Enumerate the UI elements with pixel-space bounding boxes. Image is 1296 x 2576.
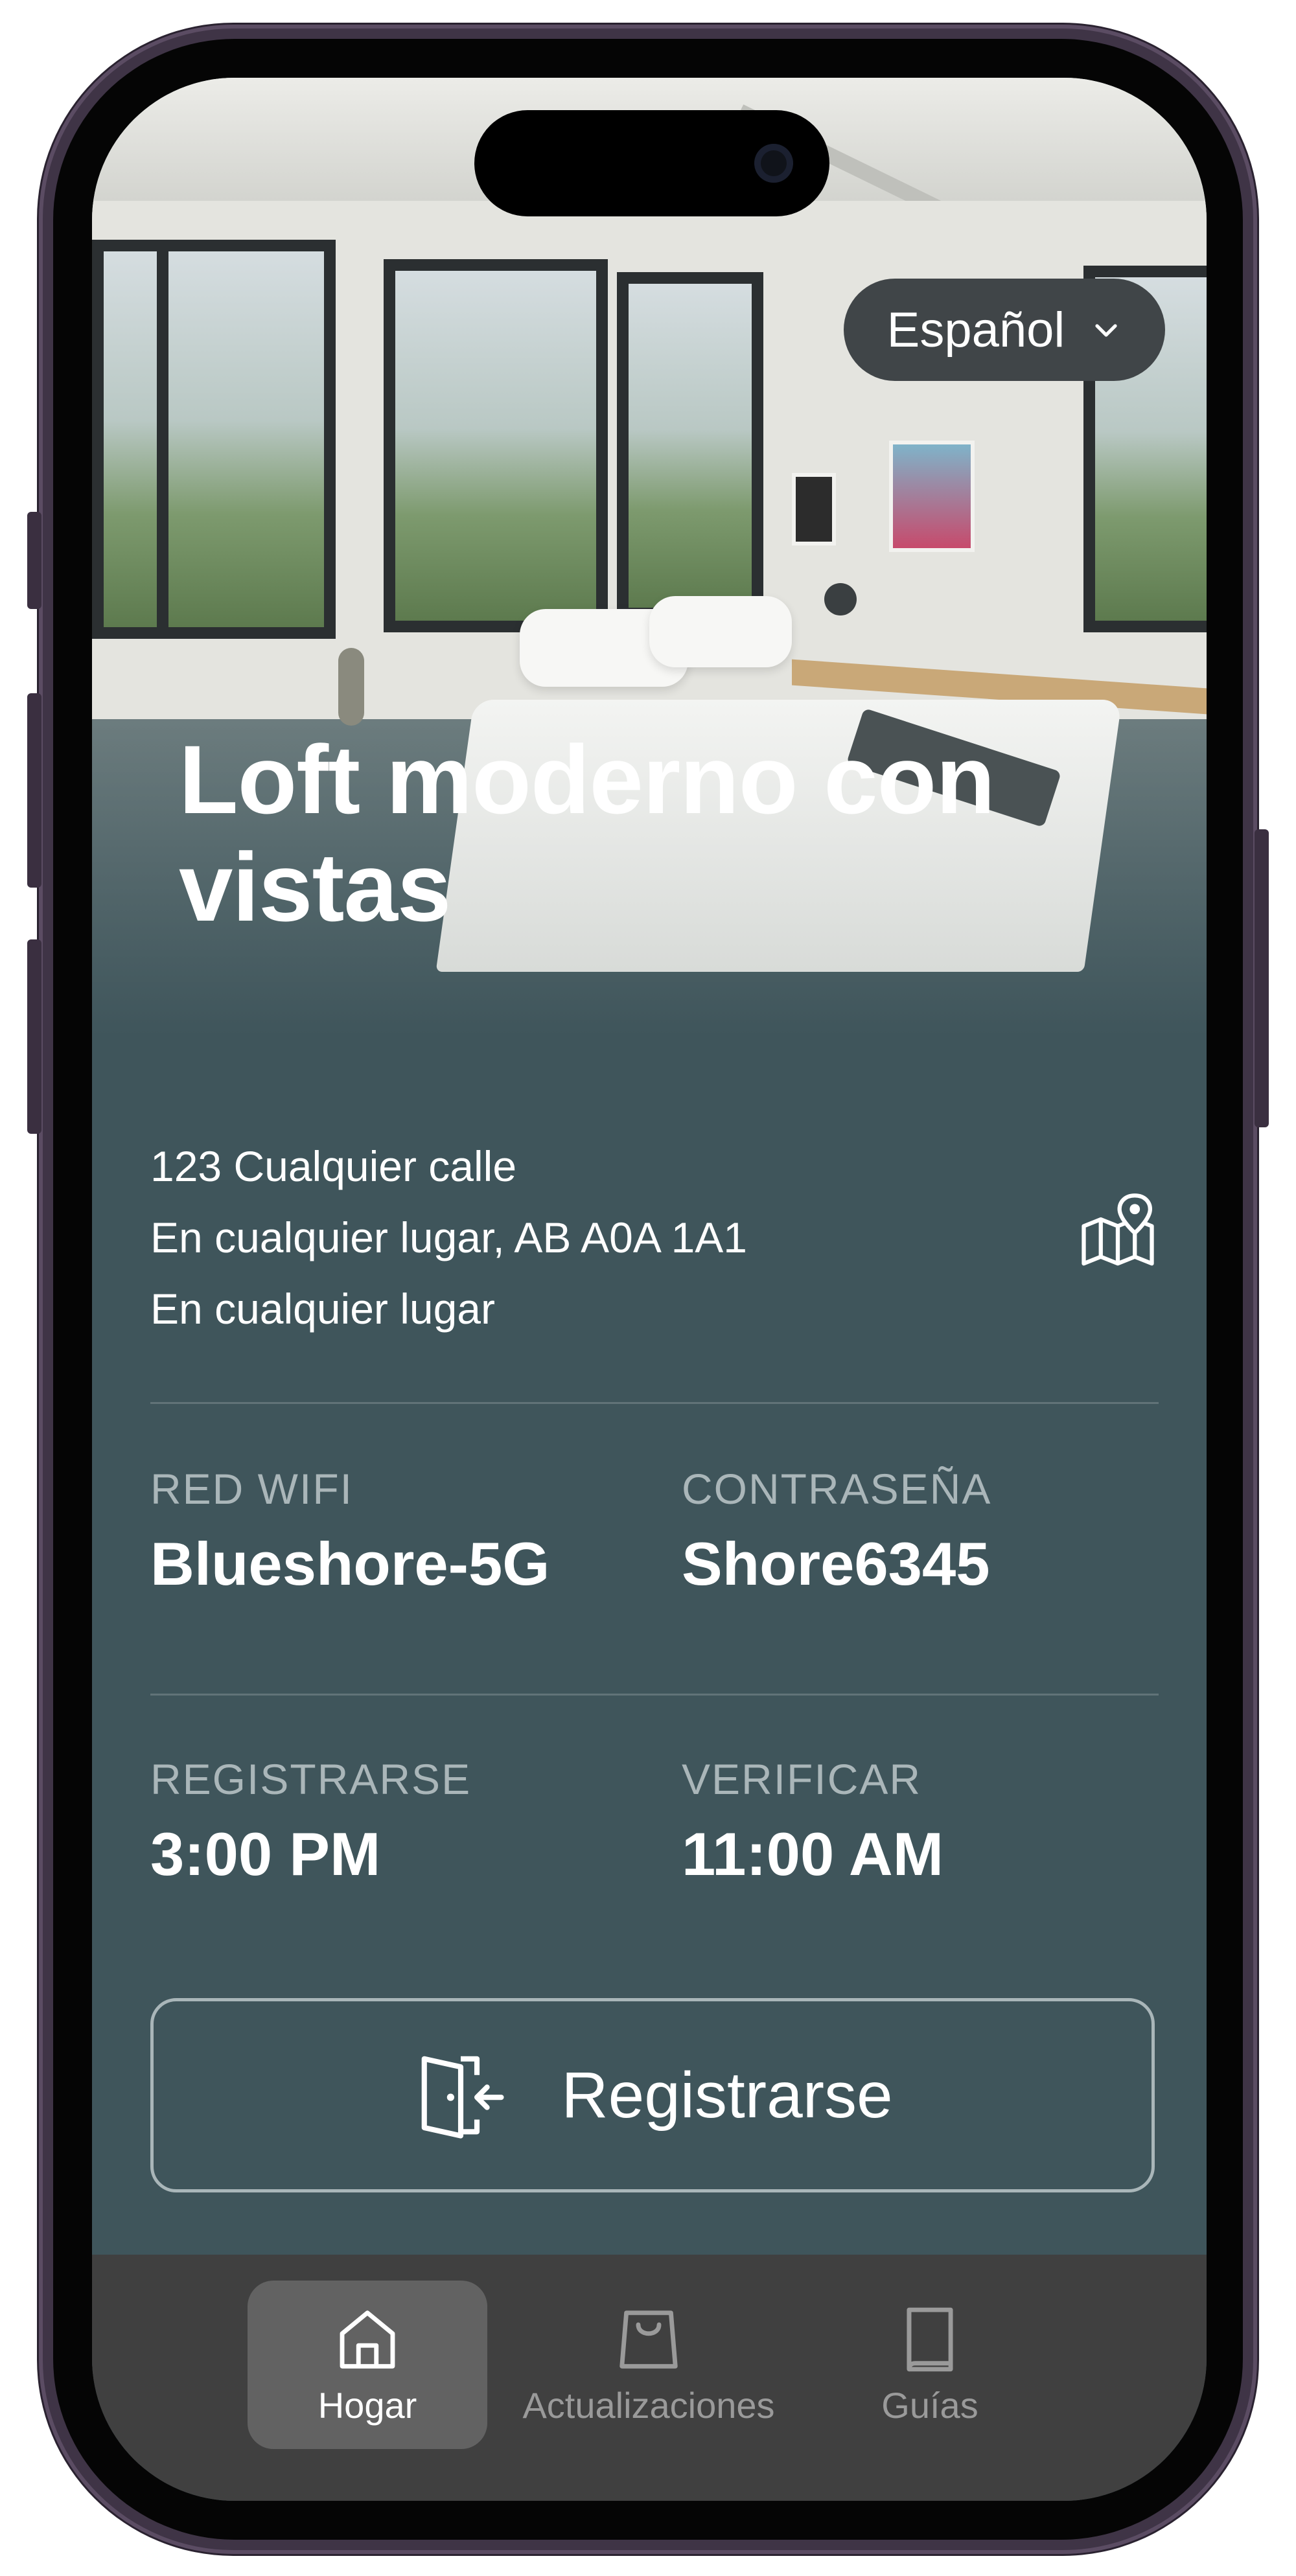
hero-window xyxy=(617,272,763,619)
tab-home-label: Hogar xyxy=(318,2384,417,2426)
phone-power-button xyxy=(1255,829,1269,1127)
hero-poster xyxy=(889,441,975,552)
door-enter-icon xyxy=(422,2056,504,2139)
language-selector[interactable]: Español xyxy=(844,279,1165,381)
hero-poster xyxy=(792,473,836,546)
map-pin-icon[interactable] xyxy=(1077,1192,1159,1274)
wifi-password-label: CONTRASEÑA xyxy=(682,1465,992,1513)
chevron-down-icon xyxy=(1095,324,1117,337)
hero-window xyxy=(92,240,336,639)
hero-speaker xyxy=(824,583,857,615)
dynamic-island xyxy=(474,110,829,216)
checkin-time-value: 3:00 PM xyxy=(150,1820,381,1888)
address-line: En cualquier lugar, AB A0A 1A1 xyxy=(150,1213,748,1261)
checkout-time-value: 11:00 AM xyxy=(682,1820,944,1888)
hero-window xyxy=(384,259,608,632)
wifi-password-value[interactable]: Shore6345 xyxy=(682,1529,990,1599)
address-line: En cualquier lugar xyxy=(150,1285,495,1333)
section-divider xyxy=(150,1694,1159,1696)
hero-mullion xyxy=(157,240,168,639)
wifi-network-value[interactable]: Blueshore-5G xyxy=(150,1529,550,1599)
language-selected: Español xyxy=(886,302,1065,358)
phone-action-button xyxy=(27,512,41,609)
phone-volume-down-button xyxy=(27,939,41,1134)
tab-updates[interactable]: Actualizaciones xyxy=(522,2281,775,2449)
address-line: 123 Cualquier calle xyxy=(150,1142,517,1190)
checkin-button[interactable]: Registrarse xyxy=(150,1998,1155,2192)
hero-vase xyxy=(338,648,364,726)
property-address: 123 Cualquier calle En cualquier lugar, … xyxy=(150,1131,928,1344)
section-divider xyxy=(150,1402,1159,1404)
app-screen: Español Loft moderno con vistas 123 Cual… xyxy=(92,78,1207,2501)
shopping-bag-icon xyxy=(619,2310,678,2369)
tab-guides[interactable]: Guías xyxy=(810,2281,1050,2449)
checkin-button-label: Registrarse xyxy=(561,2058,893,2132)
tab-guides-label: Guías xyxy=(881,2384,978,2426)
phone-volume-up-button xyxy=(27,693,41,888)
bottom-tab-bar: Hogar Actualizaciones Guías xyxy=(92,2255,1207,2501)
home-icon xyxy=(340,2310,395,2369)
tab-updates-label: Actualizaciones xyxy=(522,2384,775,2426)
property-title: Loft moderno con vistas xyxy=(179,725,995,941)
wifi-network-label: RED WIFI xyxy=(150,1465,353,1513)
front-camera xyxy=(754,144,793,183)
hero-pillow xyxy=(649,596,792,667)
checkout-time-label: VERIFICAR xyxy=(682,1755,922,1803)
book-icon xyxy=(907,2307,953,2371)
checkin-time-label: REGISTRARSE xyxy=(150,1755,472,1803)
tab-home[interactable]: Hogar xyxy=(248,2281,487,2449)
